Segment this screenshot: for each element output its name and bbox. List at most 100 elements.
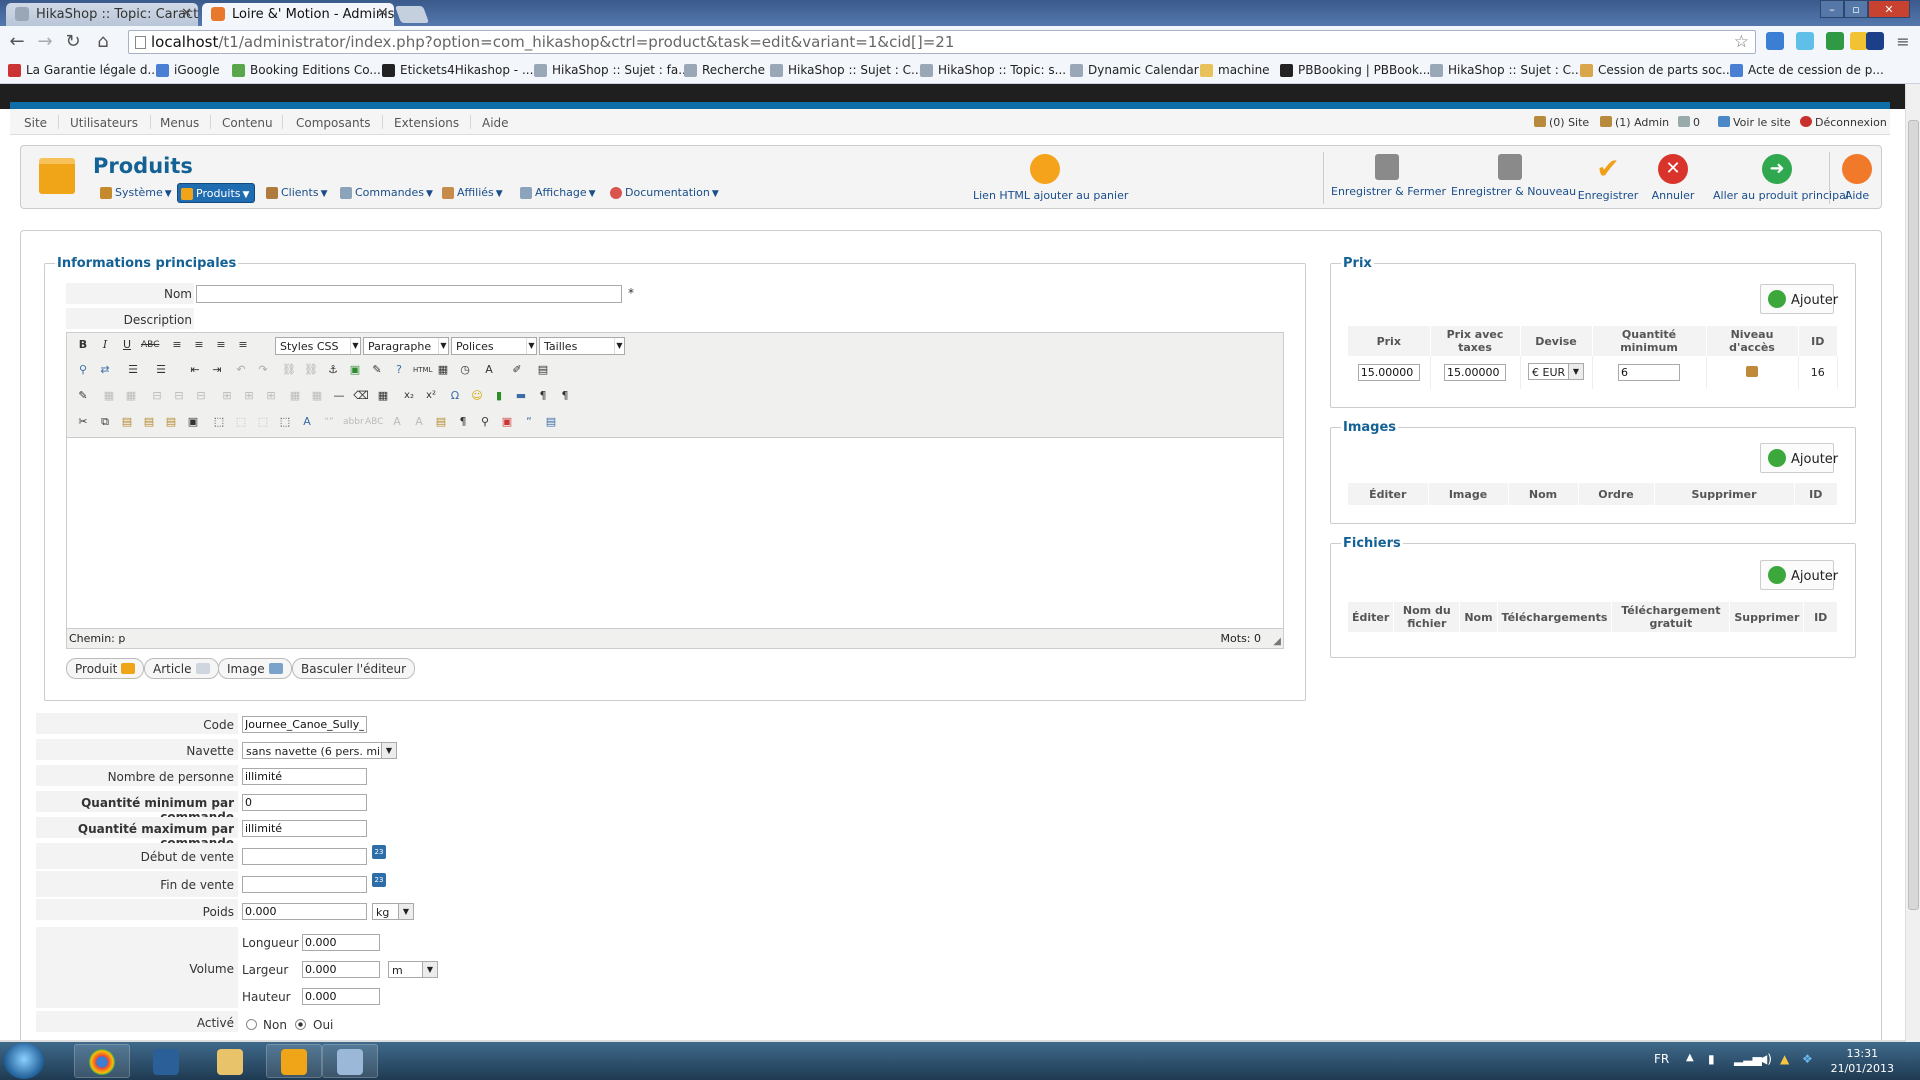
calendar-icon[interactable]: 23 [372, 845, 386, 859]
bookmark-item[interactable]: PBBooking | PBBook... [1280, 63, 1430, 77]
undo-icon[interactable]: ↶ [233, 362, 249, 378]
taskbar-outlook[interactable] [266, 1044, 322, 1078]
delete-row-icon[interactable]: ⊟ [193, 388, 209, 404]
name-input[interactable] [196, 285, 622, 303]
replace-icon[interactable]: ⇄ [97, 362, 113, 378]
preview-icon[interactable]: ▤ [535, 362, 551, 378]
access-users-icon[interactable] [1746, 365, 1758, 377]
paste-icon[interactable]: ▤ [119, 414, 135, 430]
close-tab-icon[interactable]: ✕ [377, 6, 388, 21]
browser-tab-admin[interactable]: Loire &' Motion - Adminis ✕ [202, 3, 394, 26]
tray-expand-icon[interactable]: ▲ [1686, 1052, 1694, 1063]
move-forward-icon[interactable]: ⬚ [233, 414, 249, 430]
menu-aide[interactable]: Aide [482, 116, 509, 130]
visual-aid-icon[interactable]: ▦ [309, 388, 325, 404]
submenu-produits[interactable]: Produits ▼ [177, 183, 256, 203]
home-icon[interactable]: ⌂ [92, 31, 114, 53]
bookmark-item[interactable]: Dynamic Calendar [1070, 63, 1199, 77]
style-icon[interactable]: A [299, 414, 315, 430]
font-select[interactable]: Polices ▼ [451, 337, 537, 355]
close-tab-icon[interactable]: ✕ [181, 6, 192, 21]
acronym-icon[interactable]: ABC [365, 414, 383, 430]
browser-tab-hikashop[interactable]: HikaShop :: Topic: Caract ✕ [6, 3, 198, 26]
tray-dropbox-icon[interactable]: ❖ [1802, 1052, 1813, 1066]
align-center-icon[interactable]: ≡ [191, 337, 207, 353]
tray-volume-icon[interactable]: ◀) [1758, 1052, 1772, 1066]
insert-image-button[interactable]: Image [218, 658, 292, 679]
ins-icon[interactable]: A [411, 414, 427, 430]
min-qty-input[interactable] [1618, 364, 1680, 381]
size-select[interactable]: Tailles ▼ [539, 337, 625, 355]
view-site-link[interactable]: Voir le site [1718, 116, 1791, 129]
menu-utilisateurs[interactable]: Utilisateurs [70, 116, 138, 130]
save-button[interactable]: ✔ Enregistrer [1573, 154, 1643, 203]
strikethrough-icon[interactable]: ABC [141, 337, 159, 353]
bookmark-item[interactable]: HikaShop :: Sujet : C... [1430, 63, 1582, 77]
maximize-icon[interactable]: ▫ [1844, 0, 1868, 18]
bookmark-item[interactable]: HikaShop :: Sujet : C... [770, 63, 922, 77]
close-window-icon[interactable]: ✕ [1868, 0, 1910, 18]
submenu-affilies[interactable]: Affiliés ▼ [439, 183, 508, 203]
remove-format-icon[interactable]: ⌫ [353, 388, 369, 404]
cite-icon[interactable]: “” [321, 414, 337, 430]
qty-min-input[interactable] [242, 794, 367, 811]
paragraph-select[interactable]: Paragraphe ▼ [363, 337, 449, 355]
active-no-radio[interactable] [246, 1019, 257, 1030]
minimize-icon[interactable]: – [1820, 0, 1844, 18]
attributes-icon[interactable]: ▤ [433, 414, 449, 430]
taskbar-media-player[interactable] [138, 1044, 194, 1078]
insert-row-icon[interactable]: ⊟ [171, 388, 187, 404]
highlight-color-icon[interactable]: ✐ [509, 362, 525, 378]
html-icon[interactable]: HTML [413, 362, 432, 378]
language-indicator[interactable]: FR [1654, 1052, 1669, 1066]
calendar-icon[interactable]: 23 [372, 873, 386, 887]
bullet-list-icon[interactable]: ☰ [125, 362, 141, 378]
insert-layer-icon[interactable]: ▤ [543, 414, 559, 430]
ltr-icon[interactable]: ¶ [535, 388, 551, 404]
delete-col-icon[interactable]: ⊞ [241, 388, 257, 404]
numbered-list-icon[interactable]: ☰ [153, 362, 169, 378]
vertical-scrollbar[interactable] [1905, 84, 1920, 1042]
taskbar-app[interactable] [322, 1044, 378, 1078]
align-right-icon[interactable]: ≡ [213, 337, 229, 353]
blockquote-icon[interactable]: “ [521, 414, 537, 430]
translate-extension-icon[interactable] [1766, 32, 1784, 50]
save-new-button[interactable]: Enregistrer & Nouveau [1451, 154, 1576, 198]
bookmark-folder[interactable]: machine [1200, 63, 1270, 77]
reload-icon[interactable]: ↻ [62, 31, 84, 53]
active-yes-radio[interactable] [295, 1019, 306, 1030]
toggle-editor-button[interactable]: Basculer l'éditeur [292, 658, 416, 679]
address-bar[interactable]: localhost/t1/administrator/index.php?opt… [128, 30, 1756, 54]
image-icon[interactable]: ▣ [347, 362, 363, 378]
bookmark-item[interactable]: La Garantie légale d... [8, 63, 159, 77]
merge-cells-icon[interactable]: ▦ [287, 388, 303, 404]
submenu-documentation[interactable]: Documentation ▼ [607, 183, 724, 203]
menu-site[interactable]: Site [24, 116, 47, 130]
bookmark-item[interactable]: Acte de cession de p... [1730, 63, 1884, 77]
help-button[interactable]: Aide [1839, 154, 1875, 202]
menu-extensions[interactable]: Extensions [394, 116, 459, 130]
bookmark-item[interactable]: HikaShop :: Sujet : fa... [534, 63, 690, 77]
cleanup-icon[interactable]: ✎ [369, 362, 385, 378]
code-input[interactable] [242, 716, 367, 733]
currency-select[interactable]: € EUR ▼ [1528, 362, 1584, 380]
media-icon[interactable]: ▮ [491, 388, 507, 404]
select-all-icon[interactable]: ▣ [185, 414, 201, 430]
weight-input[interactable] [242, 903, 367, 920]
insert-article-button[interactable]: Article [144, 658, 219, 679]
indent-icon[interactable]: ⇥ [209, 362, 225, 378]
editor-content-area[interactable] [67, 439, 1283, 629]
submenu-commandes[interactable]: Commandes ▼ [337, 183, 438, 203]
anchor-icon[interactable]: ⚓ [325, 362, 341, 378]
italic-icon[interactable]: I [97, 337, 113, 353]
submenu-systeme[interactable]: Système ▼ [97, 183, 177, 203]
move-backward-icon[interactable]: ⬚ [255, 414, 271, 430]
help-icon[interactable]: ? [391, 362, 407, 378]
taskbar-chrome[interactable] [74, 1044, 130, 1078]
extension-icon[interactable] [1826, 32, 1844, 50]
split-cells-icon[interactable]: ⊞ [263, 388, 279, 404]
layer-icon[interactable]: ⬚ [211, 414, 227, 430]
unlink-icon[interactable]: ⛓ [303, 362, 319, 378]
length-input[interactable] [302, 934, 380, 951]
weight-unit-select[interactable]: kg ▼ [372, 903, 414, 920]
